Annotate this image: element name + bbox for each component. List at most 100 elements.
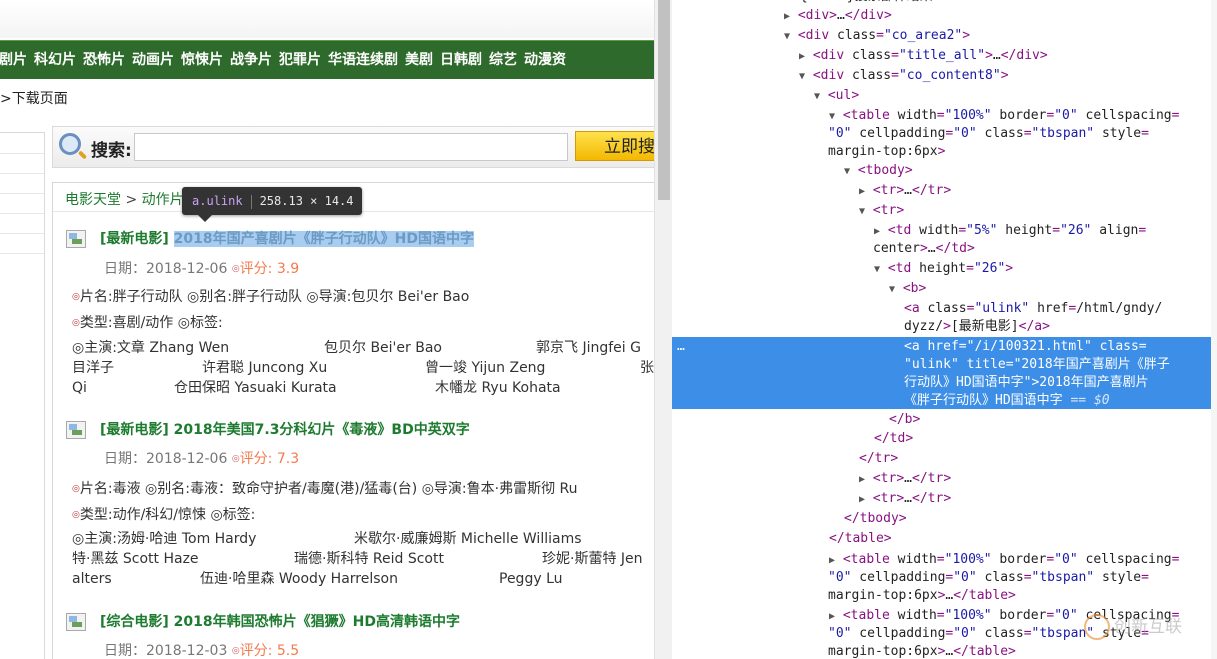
dom-tree-line[interactable]: margin-top:6px>…</table> (828, 587, 1016, 605)
selected-node-highlight[interactable]: … <a href="/i/100321.html" class= "ulink" … (672, 337, 1212, 409)
nav-item[interactable]: 剧片 (0, 41, 35, 79)
nav-item[interactable]: 战争片 (230, 41, 280, 79)
dom-tree-line[interactable]: 行动队》HD国语中字">2018年国产喜剧片 (904, 374, 1149, 392)
movie-category-link[interactable]: [最新电影] (100, 231, 169, 247)
node-actions-ellipsis-icon[interactable]: … (677, 339, 685, 354)
dom-tree-line[interactable]: ▶ <td width="5%" height="26" align= (874, 222, 1146, 241)
expand-triangle-icon[interactable]: ▶ (784, 11, 790, 22)
dom-tree-line[interactable]: </b> (889, 411, 920, 429)
category-nav-bar: 剧片 科幻片 恐怖片 动画片 惊悚片 战争片 犯罪片 华语连续剧 美剧 日韩剧 综艺 动漫资 (0, 40, 654, 79)
dom-tree-line[interactable]: ▼ <tbody> (844, 162, 913, 181)
nav-item[interactable]: 日韩剧 (440, 41, 490, 79)
nav-item[interactable]: 华语连续剧 (328, 41, 406, 79)
expand-triangle-icon[interactable]: ▶ (859, 494, 865, 505)
nav-item[interactable]: 动画片 (132, 41, 182, 79)
collapse-triangle-icon[interactable]: ▼ (874, 264, 880, 275)
dom-tree-line[interactable]: ▼ <ul> (814, 87, 859, 106)
dom-tree-line[interactable]: ▶ <tr>…</tr> (859, 182, 951, 201)
collapse-triangle-icon[interactable]: ▼ (829, 111, 835, 122)
collapse-triangle-icon[interactable]: ▼ (784, 31, 790, 42)
breadcrumb-category-link[interactable]: 动作片 (142, 192, 184, 208)
info-text: 片名:胖子行动队 ◎别名:胖子行动队 ◎导演:包贝尔 Bei'er Bao (79, 289, 470, 305)
dom-tree-line[interactable]: ▶ <tr>…</tr> (859, 470, 951, 489)
category-breadcrumb: 电影天堂 > 动作片 (65, 189, 184, 209)
dom-tree-line[interactable]: ▼ <td height="26"> (874, 260, 1013, 279)
cast-name: 珍妮·斯蕾特 Jen (542, 551, 643, 567)
dom-tree-line[interactable]: <a href="/i/100321.html" class= (904, 338, 1147, 356)
dom-tree-line[interactable]: "0" cellpadding="0" class="tbspan" style… (828, 569, 1149, 587)
dom-tree-line[interactable]: <a class="ulink" href=/html/gndy/ (904, 300, 1162, 318)
dom-tree-line[interactable]: ▶ <div class="title_all">…</div> (799, 47, 1048, 66)
collapse-triangle-icon[interactable]: ▼ (859, 206, 865, 217)
rating-dot-icon: ◎ (231, 646, 240, 656)
tooltip-selector: a.ulink (192, 194, 243, 208)
cast-name: 米歇尔·威廉姆斯 Michelle Williams (354, 531, 582, 547)
dom-tree-line[interactable]: ▶ <tr>…</tr> (859, 490, 951, 509)
dom-tree-line[interactable]: ▶ <div>…</div> (784, 7, 892, 26)
expand-triangle-icon[interactable]: ▶ (859, 186, 865, 197)
dom-tree-line[interactable]: margin-top:6px>…</table> (828, 643, 1016, 659)
dom-tree-line[interactable]: ▼ <table width="100%" border="0" cellspa… (829, 107, 1179, 126)
nav-item[interactable]: 综艺 (489, 41, 525, 79)
expand-triangle-icon[interactable]: ▶ (859, 474, 865, 485)
collapse-triangle-icon[interactable]: ▼ (844, 166, 850, 177)
movie-date: 日期：2018-12-06 ◎评分: 7.3 (104, 448, 299, 468)
dom-tree-line[interactable]: </tr> (859, 450, 898, 468)
movie-info-line: ◎片名:胖子行动队 ◎别名:胖子行动队 ◎导演:包贝尔 Bei'er Bao (72, 286, 469, 306)
genre-text: 类型:喜剧/动作 ◎标签: (79, 315, 223, 331)
collapse-triangle-icon[interactable]: ▼ (889, 284, 895, 295)
expand-triangle-icon[interactable]: ▶ (829, 555, 835, 566)
nav-item[interactable]: 科幻片 (34, 41, 84, 79)
movie-title-link[interactable]: 2018年美国7.3分科幻片《毒液》BD中英双字 (174, 422, 470, 438)
nav-item[interactable]: 恐怖片 (83, 41, 133, 79)
dom-tree-line[interactable]: "0" cellpadding="0" class="tbspan" style… (828, 125, 1149, 143)
cast-name: 郭京飞 Jingfei G (536, 340, 641, 356)
nav-item[interactable]: 美剧 (405, 41, 441, 79)
movie-title-link[interactable]: 2018年韩国恐怖片《猖獗》HD高清韩语中字 (174, 614, 460, 630)
devtools-scrollbar[interactable] (1211, 0, 1217, 659)
search-button[interactable]: 立即搜 (575, 131, 654, 161)
collapse-triangle-icon[interactable]: ▼ (799, 71, 805, 82)
dom-tree-line[interactable]: 《胖子行动队》HD国语中字 == $0 (904, 392, 1110, 410)
movie-category-link[interactable]: [综合电影] (100, 614, 169, 630)
dom-tree-line[interactable]: ▶ <table width="100%" border="0" cellspa… (829, 551, 1179, 570)
browser-page: 剧片 科幻片 恐怖片 动画片 惊悚片 战争片 犯罪片 华语连续剧 美剧 日韩剧 综艺 动漫资 >下载页… (0, 0, 654, 659)
cast-name: 曾一竣 Yijun Zeng (425, 360, 546, 376)
movie-date: 日期：2018-12-03 ◎评分: 5.5 (104, 640, 299, 659)
expand-triangle-icon[interactable]: ▶ (829, 611, 835, 622)
dom-tree-line[interactable]: center>…</td> (873, 240, 975, 258)
dom-tree-line[interactable]: ▼ <tr> (859, 202, 904, 221)
cast-name: 特·黑兹 Scott Haze (72, 551, 199, 567)
dom-tree-line[interactable]: margin-top:6px> (828, 143, 945, 161)
nav-item[interactable]: 动漫资 (524, 41, 574, 79)
dom-tree-line[interactable]: </tbody> (844, 510, 907, 528)
rating-text: ◎评分: 5.5 (232, 643, 299, 659)
movie-category-link[interactable]: [最新电影] (100, 422, 169, 438)
nav-item[interactable]: 惊悚片 (181, 41, 231, 79)
dom-tree-line[interactable]: …{start}搜索部件结束… (792, 0, 940, 6)
dom-tree-line[interactable]: </table> (829, 530, 892, 548)
cast-name: 木幡龙 Ryu Kohata (435, 380, 561, 396)
cast-name: Peggy Lu (499, 571, 563, 587)
dom-tree-line[interactable]: dyzz/>[最新电影]</a> (904, 318, 1050, 336)
dom-tree-line[interactable]: ▼ <b> (889, 280, 926, 299)
dom-tree-line[interactable]: "ulink" title="2018年国产喜剧片《胖子 (904, 356, 1170, 374)
page-scrollbar[interactable] (654, 0, 673, 659)
search-label: 搜索: (91, 141, 132, 161)
dom-tree-line[interactable]: ▼ <div class="co_area2"> (784, 27, 970, 46)
collapse-triangle-icon[interactable]: ▼ (814, 91, 820, 102)
movie-genre-line: ◎类型:动作/科幻/惊悚 ◎标签: (72, 504, 255, 524)
expand-triangle-icon[interactable]: ▶ (799, 51, 805, 62)
breadcrumb-home-link[interactable]: 电影天堂 (65, 192, 121, 208)
rating-dot-icon: ◎ (231, 264, 240, 274)
cast-name: 包贝尔 Bei'er Bao (324, 340, 442, 356)
cast-name: 目洋子 (72, 360, 114, 376)
movie-title-link[interactable]: 2018年国产喜剧片《胖子行动队》HD国语中字 (173, 231, 474, 247)
date-text: 日期：2018-12-03 (104, 643, 228, 659)
expand-triangle-icon[interactable]: ▶ (874, 226, 880, 237)
search-input[interactable] (134, 133, 568, 161)
dom-tree-line[interactable]: </td> (874, 430, 913, 448)
nav-item[interactable]: 犯罪片 (279, 41, 329, 79)
scrollbar-thumb[interactable] (658, 0, 670, 200)
dom-tree-line[interactable]: ▼ <div class="co_content8"> (799, 67, 1009, 86)
